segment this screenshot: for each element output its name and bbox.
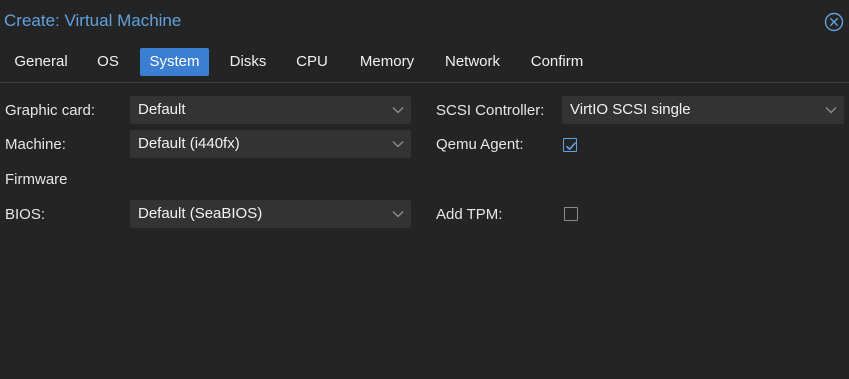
qemu-agent-label: Qemu Agent: bbox=[436, 136, 524, 153]
chevron-down-icon bbox=[392, 211, 404, 218]
bios-label: BIOS: bbox=[5, 206, 46, 223]
add-tpm-label: Add TPM: bbox=[436, 206, 503, 223]
tab-divider bbox=[0, 82, 849, 83]
graphic-card-label: Graphic card: bbox=[5, 102, 96, 119]
machine-label: Machine: bbox=[5, 136, 66, 153]
graphic-card-value: Default bbox=[138, 101, 186, 118]
close-icon[interactable] bbox=[824, 12, 844, 32]
tab-os[interactable]: OS bbox=[88, 48, 128, 76]
scsi-controller-label: SCSI Controller: bbox=[436, 102, 545, 119]
wizard-tabbar: General OS System Disks CPU Memory Netwo… bbox=[0, 48, 849, 76]
tab-memory[interactable]: Memory bbox=[351, 48, 423, 76]
scsi-controller-select[interactable]: VirtIO SCSI single bbox=[562, 96, 844, 124]
tab-confirm[interactable]: Confirm bbox=[522, 48, 592, 76]
machine-value: Default (i440fx) bbox=[138, 135, 240, 152]
firmware-heading: Firmware bbox=[5, 171, 68, 188]
qemu-agent-checkbox[interactable] bbox=[563, 138, 577, 152]
chevron-down-icon bbox=[825, 107, 837, 114]
bios-value: Default (SeaBIOS) bbox=[138, 205, 263, 222]
checkmark-icon bbox=[565, 142, 577, 151]
tab-disks[interactable]: Disks bbox=[221, 48, 275, 76]
scsi-controller-value: VirtIO SCSI single bbox=[570, 101, 691, 118]
chevron-down-icon bbox=[392, 141, 404, 148]
machine-select[interactable]: Default (i440fx) bbox=[130, 130, 411, 158]
chevron-down-icon bbox=[392, 107, 404, 114]
tab-system[interactable]: System bbox=[140, 48, 209, 76]
tab-general[interactable]: General bbox=[6, 48, 76, 76]
graphic-card-select[interactable]: Default bbox=[130, 96, 411, 124]
tab-network[interactable]: Network bbox=[436, 48, 509, 76]
window-titlebar: Create: Virtual Machine bbox=[0, 0, 849, 42]
bios-select[interactable]: Default (SeaBIOS) bbox=[130, 200, 411, 228]
window-title: Create: Virtual Machine bbox=[4, 11, 182, 30]
add-tpm-checkbox[interactable] bbox=[564, 207, 578, 221]
tab-cpu[interactable]: CPU bbox=[288, 48, 336, 76]
